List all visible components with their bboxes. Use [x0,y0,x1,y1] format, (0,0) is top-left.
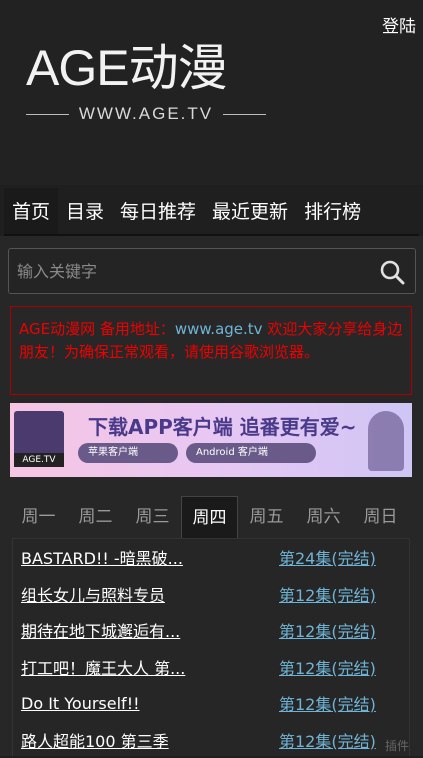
character-illustration [368,411,404,471]
notice-box: AGE动漫网 备用地址：www.age.tv 欢迎大家分享给身边朋友！为确保正常… [10,306,412,395]
anime-title-link[interactable]: 打工吧！魔王大人 第... [21,655,279,679]
episode-link[interactable]: 第12集(完结) [279,691,376,715]
site-header: 登陆 AGE动漫 WWW.AGE.TV [0,0,423,185]
notice-text-before: AGE动漫网 备用地址： [19,320,175,338]
logo-subtitle: WWW.AGE.TV [26,104,266,124]
tab-friday[interactable]: 周五 [238,496,295,538]
tab-tuesday[interactable]: 周二 [67,496,124,538]
main-nav: 首页 目录 每日推荐 最近更新 排行榜 [4,188,419,236]
avatar-label: AGE.TV [14,453,64,467]
tab-sunday[interactable]: 周日 [352,496,409,538]
notice-url[interactable]: www.age.tv [175,320,263,338]
list-item: 组长女儿与照料专员 第12集(完结) [13,576,409,613]
android-download-button[interactable]: Android 客户端 [186,443,316,463]
banner-title: 下载APP客户端 追番更有爱~ [88,411,357,440]
site-logo[interactable]: AGE动漫 WWW.AGE.TV [26,38,266,124]
list-item: BASTARD!! -暗黑破... 第24集(完结) [13,539,409,576]
ios-label: 苹果客户端 [88,447,138,458]
nav-ranking[interactable]: 排行榜 [296,188,369,234]
login-link[interactable]: 登陆 [382,12,416,37]
search-icon[interactable] [379,259,405,285]
logo-divider-right [223,114,266,115]
nav-daily-recommend[interactable]: 每日推荐 [112,188,204,234]
episode-link[interactable]: 第24集(完结) [279,545,376,569]
list-item: Do It Yourself!! 第12集(完结) [13,685,409,722]
logo-title: AGE动漫 [26,38,266,98]
anime-title-link[interactable]: 组长女儿与照料专员 [21,582,279,606]
android-label: Android 客户端 [196,447,268,458]
logo-url: WWW.AGE.TV [79,104,213,124]
episode-link[interactable]: 第12集(完结) [279,618,376,642]
ios-download-button[interactable]: 苹果客户端 [78,443,178,463]
main-content: AGE动漫网 备用地址：www.age.tv 欢迎大家分享给身边朋友！为确保正常… [0,236,423,756]
search-input[interactable] [9,249,369,293]
anime-title-link[interactable]: Do It Yourself!! [21,694,279,713]
nav-recent-updates[interactable]: 最近更新 [204,188,296,234]
weekday-tabs: 周一 周二 周三 周四 周五 周六 周日 [10,496,412,538]
tab-monday[interactable]: 周一 [10,496,67,538]
tab-saturday[interactable]: 周六 [295,496,352,538]
logo-divider-left [26,114,69,115]
list-item: 路人超能100 第三季 第12集(完结) [13,722,409,758]
app-download-banner[interactable]: AGE.TV 下载APP客户端 追番更有爱~ 苹果客户端 Android 客户端 [10,403,412,477]
list-item: 期待在地下城邂逅有... 第12集(完结) [13,612,409,649]
list-item: 打工吧！魔王大人 第... 第12集(完结) [13,649,409,686]
episode-link[interactable]: 第12集(完结) [279,728,376,752]
anime-list: BASTARD!! -暗黑破... 第24集(完结) 组长女儿与照料专员 第12… [12,538,410,756]
nav-home[interactable]: 首页 [4,188,58,234]
nav-catalog[interactable]: 目录 [58,188,112,234]
anime-title-link[interactable]: BASTARD!! -暗黑破... [21,545,279,569]
anime-title-link[interactable]: 路人超能100 第三季 [21,728,279,752]
episode-link[interactable]: 第12集(完结) [279,655,376,679]
tab-wednesday[interactable]: 周三 [124,496,181,538]
tab-thursday[interactable]: 周四 [181,496,238,538]
episode-link[interactable]: 第12集(完结) [279,582,376,606]
search-bar [8,248,416,294]
anime-title-link[interactable]: 期待在地下城邂逅有... [21,618,279,642]
watermark-text: 插件 [385,737,409,754]
